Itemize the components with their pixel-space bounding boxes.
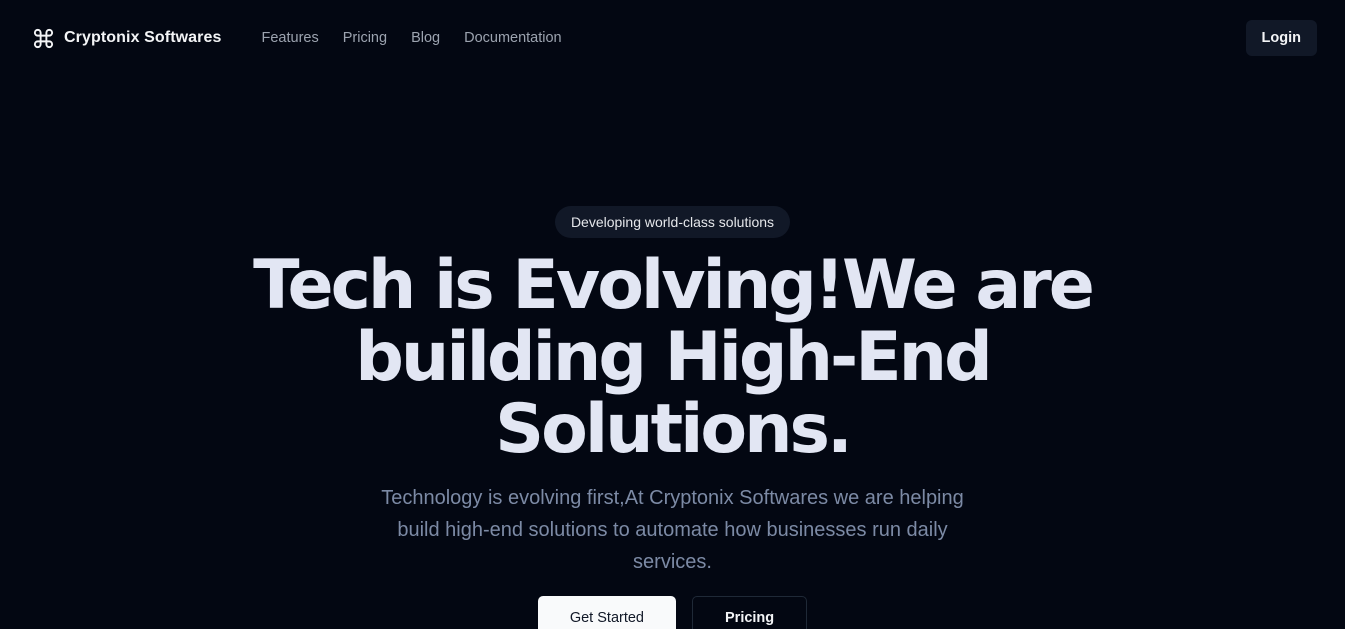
nav-link-blog[interactable]: Blog — [411, 30, 440, 46]
hero-badge: Developing world-class solutions — [554, 206, 791, 238]
hero-headline-line-2: building High-End Solutions. — [355, 318, 993, 469]
nav-links: Features Pricing Blog Documentation — [262, 30, 562, 46]
nav-link-features[interactable]: Features — [262, 30, 319, 46]
hero-subtext-line-2: build high-end solutions to automate how… — [397, 519, 948, 541]
login-button[interactable]: Login — [1245, 20, 1317, 56]
hero-subtext: Technology is evolving first,At Cryptoni… — [353, 482, 993, 578]
nav-link-pricing[interactable]: Pricing — [343, 30, 387, 46]
nav-link-documentation[interactable]: Documentation — [464, 30, 562, 46]
hero-headline-line-1: Tech is Evolving!We are — [253, 246, 1095, 325]
command-icon — [32, 27, 55, 50]
brand-logo-link[interactable]: Cryptonix Softwares — [32, 27, 222, 50]
hero-subtext-line-1: Technology is evolving first,At Cryptoni… — [381, 487, 964, 509]
hero-subtext-line-3: services. — [633, 551, 712, 573]
get-started-button[interactable]: Get Started — [537, 596, 676, 629]
brand-name: Cryptonix Softwares — [64, 29, 222, 46]
landing-page: Cryptonix Softwares Features Pricing Blo… — [0, 0, 1345, 629]
navbar: Cryptonix Softwares Features Pricing Blo… — [0, 0, 1345, 76]
hero-cta-row: Get Started Pricing — [537, 596, 808, 629]
pricing-button[interactable]: Pricing — [692, 596, 808, 629]
hero-headline: Tech is Evolving!We are building High-En… — [213, 250, 1133, 466]
hero-section: Developing world-class solutions Tech is… — [0, 206, 1345, 629]
